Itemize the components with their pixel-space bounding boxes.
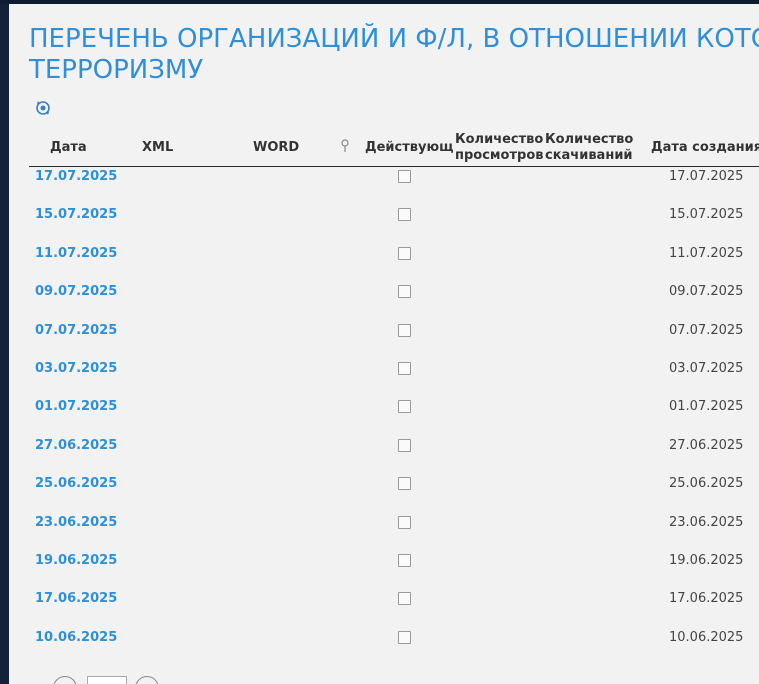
created-date: 15.07.2025 (669, 207, 744, 222)
table-row: 01.07.2025 01.07.2025 (29, 399, 759, 437)
column-header-views-line-1[interactable]: Количество (455, 132, 543, 148)
refresh-icon (36, 101, 50, 115)
page-number-input[interactable] (87, 676, 127, 684)
date-link[interactable]: 15.07.2025 (35, 207, 117, 223)
created-date: 11.07.2025 (669, 246, 744, 261)
created-date: 09.07.2025 (669, 284, 744, 299)
active-checkbox[interactable] (398, 170, 411, 183)
date-link[interactable]: 10.06.2025 (35, 630, 117, 646)
date-link[interactable]: 11.07.2025 (35, 246, 117, 262)
created-date: 27.06.2025 (669, 438, 744, 453)
created-date: 19.06.2025 (669, 553, 744, 568)
table-row: 15.07.2025 15.07.2025 (29, 207, 759, 245)
active-checkbox[interactable] (398, 631, 411, 644)
active-checkbox[interactable] (398, 592, 411, 605)
table-row: 17.06.2025 17.06.2025 (29, 591, 759, 629)
active-checkbox[interactable] (398, 285, 411, 298)
date-link[interactable]: 17.06.2025 (35, 591, 117, 607)
created-date: 17.06.2025 (669, 591, 744, 606)
created-date: 10.06.2025 (669, 630, 744, 645)
column-header-active[interactable]: Действующ (365, 140, 453, 156)
column-header-xml[interactable]: XML (142, 140, 173, 156)
date-link[interactable]: 27.06.2025 (35, 438, 117, 454)
date-link[interactable]: 07.07.2025 (35, 323, 117, 339)
page-title-line-1: ПЕРЕЧЕНЬ ОРГАНИЗАЦИЙ И Ф/Л, В ОТНОШЕНИИ … (29, 24, 759, 54)
column-header-word[interactable]: WORD (253, 140, 299, 156)
active-checkbox[interactable] (398, 208, 411, 221)
column-header-downloads-line-1[interactable]: Количество (545, 132, 633, 148)
table-row: 11.07.2025 11.07.2025 (29, 246, 759, 284)
table-row: 19.06.2025 19.06.2025 (29, 553, 759, 591)
date-link[interactable]: 25.06.2025 (35, 476, 117, 492)
table-header: Дата XML WORD Действующ Количество просм… (29, 126, 759, 167)
date-link[interactable]: 09.07.2025 (35, 284, 117, 300)
table-row: 25.06.2025 25.06.2025 (29, 476, 759, 514)
content-panel: ПЕРЕЧЕНЬ ОРГАНИЗАЦИЙ И Ф/Л, В ОТНОШЕНИИ … (9, 4, 759, 684)
column-header-downloads-line-2[interactable]: скачиваний (545, 148, 633, 164)
active-checkbox[interactable] (398, 400, 411, 413)
created-date: 17.07.2025 (669, 169, 744, 184)
active-checkbox[interactable] (398, 247, 411, 260)
active-checkbox[interactable] (398, 516, 411, 529)
page-title: ПЕРЕЧЕНЬ ОРГАНИЗАЦИЙ И Ф/Л, В ОТНОШЕНИИ … (29, 24, 759, 86)
created-date: 03.07.2025 (669, 361, 744, 376)
column-header-date[interactable]: Дата (50, 140, 87, 156)
active-checkbox[interactable] (398, 439, 411, 452)
created-date: 01.07.2025 (669, 399, 744, 414)
table-row: 07.07.2025 07.07.2025 (29, 323, 759, 361)
active-checkbox[interactable] (398, 362, 411, 375)
page-title-line-2: ТЕРРОРИЗМУ (29, 55, 204, 85)
refresh-button[interactable] (33, 98, 53, 118)
active-checkbox[interactable] (398, 554, 411, 567)
created-date: 07.07.2025 (669, 323, 744, 338)
table-row: 23.06.2025 23.06.2025 (29, 515, 759, 553)
active-checkbox[interactable] (398, 477, 411, 490)
pager-prev-button[interactable]: ‹ (53, 676, 77, 684)
filter-icon[interactable] (340, 138, 350, 152)
pager-next-button[interactable]: › (135, 676, 159, 684)
created-date: 23.06.2025 (669, 515, 744, 530)
table-row: 10.06.2025 10.06.2025 (29, 630, 759, 668)
table-row: 17.07.2025 17.07.2025 (29, 169, 759, 207)
column-header-created[interactable]: Дата создания (651, 140, 759, 156)
table-row: 09.07.2025 09.07.2025 (29, 284, 759, 322)
created-date: 25.06.2025 (669, 476, 744, 491)
active-checkbox[interactable] (398, 324, 411, 337)
date-link[interactable]: 01.07.2025 (35, 399, 117, 415)
table-row: 03.07.2025 03.07.2025 (29, 361, 759, 399)
date-link[interactable]: 17.07.2025 (35, 169, 117, 185)
date-link[interactable]: 19.06.2025 (35, 553, 117, 569)
date-link[interactable]: 03.07.2025 (35, 361, 117, 377)
date-link[interactable]: 23.06.2025 (35, 515, 117, 531)
table-row: 27.06.2025 27.06.2025 (29, 438, 759, 476)
column-header-views-line-2[interactable]: просмотров (455, 148, 543, 164)
